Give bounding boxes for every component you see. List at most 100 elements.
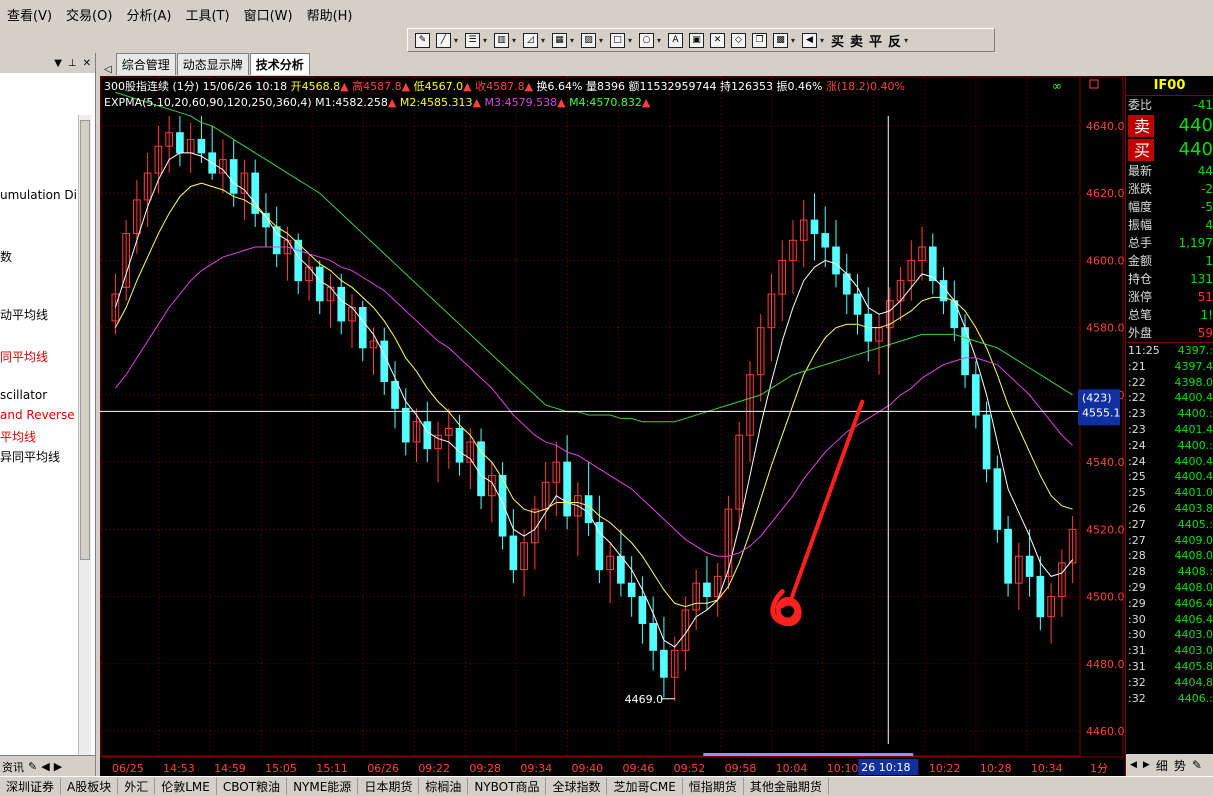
delete-icon[interactable]: ✕ — [710, 32, 725, 48]
flag-icon[interactable]: ◀ — [802, 32, 817, 48]
indicator-list-item[interactable]: 动平均线 — [0, 306, 48, 323]
market-tab[interactable]: NYME能源 — [287, 778, 359, 795]
candlestick-chart[interactable]: 4640.04620.04600.04580.04560.04540.04520… — [100, 76, 1125, 776]
market-tab[interactable]: 恒指期货 — [683, 778, 744, 795]
market-tab[interactable]: 其他金融期货 — [744, 778, 829, 795]
dropdown-icon[interactable]: ▾ — [512, 36, 520, 45]
scroll-right-icon[interactable]: ▶ — [54, 760, 62, 773]
market-tab[interactable]: 棕榈油 — [419, 778, 469, 795]
stat-label: 总手 — [1128, 236, 1153, 250]
color-icon[interactable]: ▩ — [773, 32, 788, 48]
x-tick-label: 10:34 — [1031, 762, 1063, 775]
toolbar-overflow-icon[interactable]: ▾ — [904, 36, 912, 45]
dropdown-icon[interactable]: ▾ — [820, 36, 828, 45]
link-icon[interactable]: ∞ — [1052, 79, 1062, 93]
dropdown-icon[interactable]: ▾ — [657, 36, 665, 45]
market-tab[interactable]: 深圳证券 — [0, 778, 62, 795]
market-tab[interactable]: 芝加哥CME — [607, 778, 683, 795]
dropdown-icon[interactable]: ▾ — [570, 36, 578, 45]
tab-scroll-left-icon[interactable]: ◁ — [104, 64, 112, 75]
list-icon[interactable]: ☰ — [465, 32, 480, 48]
maximize-icon[interactable] — [1089, 79, 1099, 89]
indicator-list-item[interactable]: 异同平均线 — [0, 448, 60, 465]
menu-item[interactable]: 分析(A) — [119, 5, 178, 24]
indicator-list-item[interactable]: 数 — [0, 248, 12, 265]
scroll-right-icon[interactable]: ▶ — [1143, 760, 1150, 770]
quote-stats: 最新 44 涨跌 -2 幅度 -5 振幅 4 总手 1,197 金额 1 持仓 131 涨停 51 总笔 1! 外盘… — [1126, 162, 1213, 342]
tick-price: 4409.0 — [1174, 533, 1213, 547]
market-tab[interactable]: A股板块 — [61, 778, 119, 795]
indicator-list-item[interactable]: 平均线 — [0, 428, 36, 445]
reverse-button[interactable]: 反 — [888, 31, 901, 50]
dropdown-icon[interactable]: ▾ — [483, 36, 491, 45]
pattern-icon[interactable]: ▨ — [581, 32, 596, 48]
menu-item[interactable]: 工具(T) — [178, 5, 236, 24]
rectangle-icon[interactable]: □ — [610, 32, 625, 48]
panel-footer-label[interactable]: 资讯 — [2, 759, 24, 775]
copy-icon[interactable]: ❐ — [752, 32, 767, 48]
tick-row: :30 4406.4 — [1126, 612, 1213, 628]
edit-icon[interactable]: ✎ — [1192, 758, 1202, 772]
edit-icon[interactable]: ✎ — [28, 760, 37, 773]
dropdown-icon[interactable]: ▾ — [454, 36, 462, 45]
pin-icon[interactable]: ⊥ — [68, 58, 77, 69]
x-tick-label: 15:11 — [316, 762, 348, 775]
market-tab[interactable]: 全球指数 — [546, 778, 608, 795]
eraser-icon[interactable]: ◇ — [731, 32, 746, 48]
menu-item[interactable]: 查看(V) — [0, 5, 59, 24]
dropdown-icon[interactable]: ▾ — [599, 36, 607, 45]
draw-line-icon[interactable]: ╱ — [436, 32, 451, 48]
trend-icon[interactable]: ◿ — [523, 32, 538, 48]
dropdown-icon[interactable]: ▾ — [541, 36, 549, 45]
indicator-list-item[interactable]: scillator — [0, 388, 47, 402]
market-tab[interactable]: NYBOT商品 — [468, 778, 547, 795]
panel-scrollbar[interactable] — [78, 115, 91, 776]
ellipse-icon[interactable]: ○ — [639, 32, 654, 48]
close-position-button[interactable]: 平 — [869, 31, 882, 50]
market-tab[interactable]: CBOT粮油 — [217, 778, 288, 795]
scroll-left-icon[interactable]: ◀ — [41, 760, 49, 773]
candle-body — [810, 219, 819, 235]
market-tab[interactable]: 伦敦LME — [155, 778, 217, 795]
x-tick-label: 09:34 — [520, 762, 552, 775]
text-icon[interactable]: A — [668, 32, 683, 48]
stat-row: 涨跌 -2 — [1126, 180, 1213, 198]
scroll-left-icon[interactable]: ◀ — [1130, 760, 1137, 770]
dropdown-icon[interactable]: ▾ — [791, 36, 799, 45]
tick-time: :25 — [1128, 486, 1146, 500]
x-tick-label: 09:40 — [571, 762, 603, 775]
candle-body — [982, 414, 991, 470]
stat-label: 最新 — [1128, 164, 1153, 178]
buy-button[interactable]: 买 — [831, 31, 844, 50]
grid-icon[interactable]: ▦ — [552, 32, 567, 48]
x-tick-label: 06/25 — [112, 762, 144, 775]
tab-dynamic-board[interactable]: 动态显示牌 — [176, 53, 249, 75]
time-scroll-indicator[interactable] — [703, 753, 914, 756]
market-tab[interactable]: 日本期货 — [358, 778, 420, 795]
menu-item[interactable]: 窗口(W) — [237, 5, 300, 24]
stat-value: 1! — [1200, 308, 1213, 322]
menu-item[interactable]: 帮助(H) — [300, 5, 360, 24]
columns-icon[interactable]: ▥ — [494, 32, 509, 48]
stat-value: 59 — [1197, 326, 1213, 340]
tab-trend[interactable]: 势 — [1174, 757, 1186, 774]
indicator-list-item[interactable]: and Reverse — [0, 408, 75, 422]
image-icon[interactable]: ▣ — [689, 32, 704, 48]
tick-list: 11:25 4397.::21 4397.4:22 4398.0:22 4400.4:2… — [1126, 342, 1213, 706]
draw-pencil-icon[interactable]: ✎ — [415, 32, 430, 48]
dropdown-icon[interactable]: ▼ — [54, 58, 62, 69]
indicator-list-item[interactable]: 同平均线 — [0, 348, 48, 365]
tick-price: 4401.4 — [1174, 422, 1213, 436]
menu-item[interactable]: 交易(O) — [59, 5, 119, 24]
tab-technical-analysis[interactable]: 技术分析 — [249, 53, 310, 75]
indicator-list-item[interactable]: umulation Di — [0, 188, 77, 202]
tick-row: :21 4397.4 — [1126, 359, 1213, 375]
scrollbar-thumb[interactable] — [80, 120, 90, 560]
dropdown-icon[interactable]: ▾ — [628, 36, 636, 45]
close-icon[interactable]: ✕ — [83, 58, 91, 69]
chart-canvas[interactable]: 4640.04620.04600.04580.04560.04540.04520… — [100, 76, 1125, 776]
market-tab[interactable]: 外汇 — [118, 778, 156, 795]
tab-detail[interactable]: 细 — [1156, 757, 1168, 774]
tab-overview[interactable]: 综合管理 — [115, 53, 176, 75]
sell-button[interactable]: 卖 — [850, 31, 863, 50]
